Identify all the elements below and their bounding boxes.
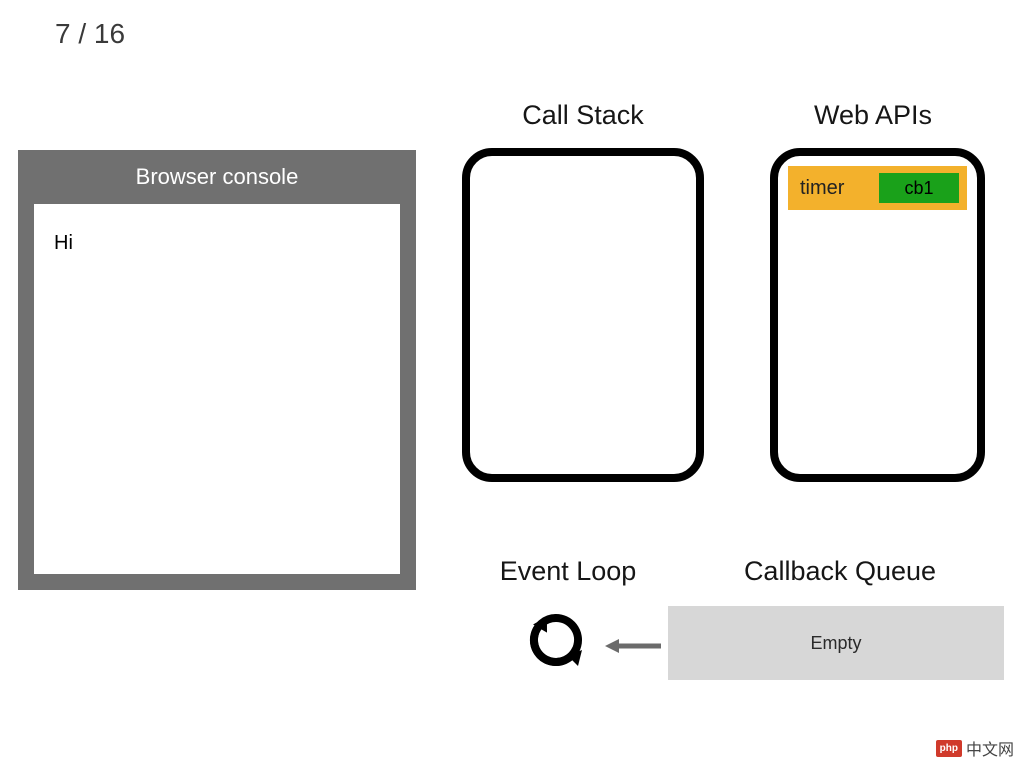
watermark: php 中文网 bbox=[936, 736, 1014, 760]
callback-queue-panel: Empty bbox=[668, 606, 1004, 680]
console-output: Hi bbox=[54, 232, 73, 254]
slide-counter: 7 / 16 bbox=[55, 18, 125, 50]
queue-to-loop-arrow-icon bbox=[603, 636, 663, 656]
call-stack-heading: Call Stack bbox=[458, 100, 708, 131]
event-loop-icon bbox=[528, 612, 584, 668]
browser-console-title: Browser console bbox=[18, 150, 416, 204]
browser-console-panel: Browser console Hi bbox=[18, 150, 416, 590]
timer-label: timer bbox=[800, 177, 879, 200]
event-loop-heading: Event Loop bbox=[458, 556, 678, 587]
call-stack-panel bbox=[462, 148, 704, 482]
callback-queue-state: Empty bbox=[810, 633, 861, 654]
watermark-text: 中文网 bbox=[966, 736, 1014, 760]
web-api-timer: timer cb1 bbox=[788, 166, 967, 210]
web-apis-heading: Web APIs bbox=[760, 100, 986, 131]
callback-queue-heading: Callback Queue bbox=[700, 556, 980, 587]
watermark-badge: php bbox=[936, 740, 962, 757]
timer-callback: cb1 bbox=[879, 173, 959, 203]
web-apis-panel: timer cb1 bbox=[770, 148, 985, 482]
browser-console-body: Hi bbox=[34, 204, 400, 574]
